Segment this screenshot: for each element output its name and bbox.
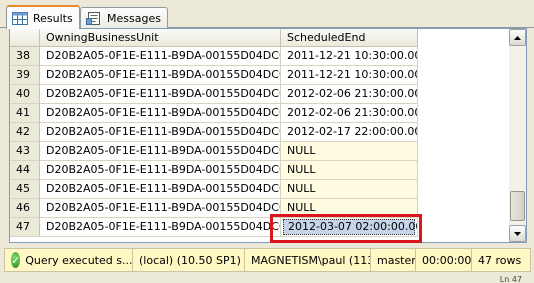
row-number-header[interactable] (10, 29, 40, 47)
row-number[interactable]: 43 (10, 142, 40, 161)
cell-scheduled-end-null[interactable]: NULL (281, 161, 418, 180)
cell-owning-business-unit[interactable]: D20B2A05-0F1E-E111-B9DA-00155D04DC01 (40, 180, 281, 199)
status-database: master (371, 249, 416, 271)
table-row[interactable]: 44 D20B2A05-0F1E-E111-B9DA-00155D04DC01 … (10, 161, 418, 180)
bottom-strip (0, 273, 534, 283)
status-server: (local) (10.50 SP1) (133, 249, 245, 271)
scroll-thumb[interactable] (510, 191, 525, 221)
table-row[interactable]: 43 D20B2A05-0F1E-E111-B9DA-00155D04DC01 … (10, 142, 418, 161)
status-user: MAGNETISM\paul (113) (245, 249, 371, 271)
results-grid[interactable]: OwningBusinessUnit ScheduledEnd 38 D20B2… (9, 28, 527, 243)
row-number[interactable]: 40 (10, 85, 40, 104)
cell-owning-business-unit[interactable]: D20B2A05-0F1E-E111-B9DA-00155D04DC01 (40, 104, 281, 123)
scroll-up-button[interactable] (509, 29, 526, 46)
status-message-text: Query executed s... (25, 253, 133, 267)
row-number[interactable]: 46 (10, 199, 40, 218)
scroll-up-arrow-icon (514, 35, 521, 40)
messages-icon (86, 11, 102, 25)
grid-rows: 38 D20B2A05-0F1E-E111-B9DA-00155D04DC01 … (10, 47, 418, 237)
cell-owning-business-unit[interactable]: D20B2A05-0F1E-E111-B9DA-00155D04DC01 (40, 199, 281, 218)
cell-scheduled-end[interactable]: 2012-02-17 22:00:00.000 (281, 123, 418, 142)
tab-messages-label: Messages (107, 11, 161, 25)
row-number[interactable]: 45 (10, 180, 40, 199)
row-number[interactable]: 42 (10, 123, 40, 142)
table-row-selected[interactable]: 47 D20B2A05-0F1E-E111-B9DA-00155D04DC01 … (10, 218, 418, 237)
row-number[interactable]: 39 (10, 66, 40, 85)
cell-scheduled-end-null[interactable]: NULL (281, 180, 418, 199)
cell-owning-business-unit[interactable]: D20B2A05-0F1E-E111-B9DA-00155D04DC01 (40, 161, 281, 180)
cell-scheduled-end-null[interactable]: NULL (281, 199, 418, 218)
cell-owning-business-unit[interactable]: D20B2A05-0F1E-E111-B9DA-00155D04DC01 (40, 123, 281, 142)
column-header-owning-business-unit[interactable]: OwningBusinessUnit (40, 29, 281, 47)
row-number[interactable]: 44 (10, 161, 40, 180)
cell-owning-business-unit[interactable]: D20B2A05-0F1E-E111-B9DA-00155D04DC01 (40, 218, 281, 237)
line-indicator: Ln 47 (499, 275, 522, 283)
tab-results-label: Results (33, 11, 73, 25)
cell-scheduled-end[interactable]: 2012-02-06 21:30:00.000 (281, 104, 418, 123)
table-row[interactable]: 46 D20B2A05-0F1E-E111-B9DA-00155D04DC01 … (10, 199, 418, 218)
row-number[interactable]: 38 (10, 47, 40, 66)
grid-header: OwningBusinessUnit ScheduledEnd (10, 29, 418, 47)
table-row[interactable]: 41 D20B2A05-0F1E-E111-B9DA-00155D04DC01 … (10, 104, 418, 123)
table-row[interactable]: 38 D20B2A05-0F1E-E111-B9DA-00155D04DC01 … (10, 47, 418, 66)
tab-messages[interactable]: Messages (80, 7, 168, 28)
status-row-count: 47 rows (478, 253, 522, 267)
cell-owning-business-unit[interactable]: D20B2A05-0F1E-E111-B9DA-00155D04DC01 (40, 85, 281, 104)
cell-owning-business-unit[interactable]: D20B2A05-0F1E-E111-B9DA-00155D04DC01 (40, 47, 281, 66)
scroll-down-button[interactable] (509, 225, 526, 242)
table-row[interactable]: 40 D20B2A05-0F1E-E111-B9DA-00155D04DC01 … (10, 85, 418, 104)
vertical-scrollbar[interactable] (509, 29, 526, 242)
cell-scheduled-end-null[interactable]: NULL (281, 142, 418, 161)
query-status-bar: ✓ Query executed s... (local) (10.50 SP1… (4, 248, 531, 272)
cell-scheduled-end[interactable]: 2012-02-06 21:30:00.000 (281, 85, 418, 104)
cell-scheduled-end[interactable]: 2011-12-21 10:30:00.000 (281, 66, 418, 85)
table-row[interactable]: 45 D20B2A05-0F1E-E111-B9DA-00155D04DC01 … (10, 180, 418, 199)
cell-scheduled-end-selected[interactable]: 2012-03-07 02:00:00.000 (281, 218, 418, 237)
column-header-scheduled-end[interactable]: ScheduledEnd (281, 29, 418, 47)
status-message: ✓ Query executed s... (5, 249, 133, 271)
row-number[interactable]: 47 (10, 218, 40, 237)
cell-owning-business-unit[interactable]: D20B2A05-0F1E-E111-B9DA-00155D04DC01 (40, 66, 281, 85)
tab-results[interactable]: Results (6, 5, 80, 29)
cell-scheduled-end[interactable]: 2011-12-21 10:30:00.000 (281, 47, 418, 66)
table-row[interactable]: 39 D20B2A05-0F1E-E111-B9DA-00155D04DC01 … (10, 66, 418, 85)
cell-owning-business-unit[interactable]: D20B2A05-0F1E-E111-B9DA-00155D04DC01 (40, 142, 281, 161)
selected-cell-value: 2012-03-07 02:00:00.000 (283, 219, 417, 235)
query-success-icon: ✓ (11, 252, 21, 268)
scroll-down-arrow-icon (514, 231, 521, 236)
results-tabbar: Results Messages (0, 4, 534, 29)
row-number[interactable]: 41 (10, 104, 40, 123)
status-elapsed-time: 00:00:00 (416, 249, 472, 271)
table-row[interactable]: 42 D20B2A05-0F1E-E111-B9DA-00155D04DC01 … (10, 123, 418, 142)
results-grid-icon (12, 11, 28, 25)
